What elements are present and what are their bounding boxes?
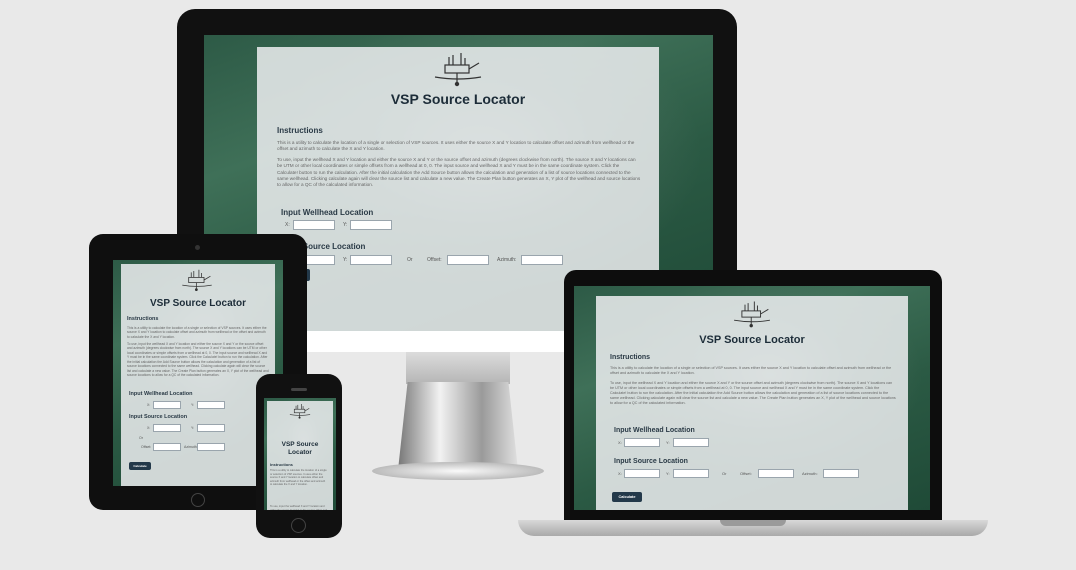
wellhead-x-label: X: bbox=[618, 440, 622, 445]
wellhead-heading: Input Wellhead Location bbox=[281, 208, 374, 217]
azimuth-label: Azimuth: bbox=[497, 257, 517, 263]
details-paragraph: To use, input the wellhead X and Y locat… bbox=[270, 505, 328, 510]
source-y-input[interactable] bbox=[350, 255, 392, 265]
source-heading: Input Source Location bbox=[614, 458, 688, 465]
azimuth-label: Azimuth: bbox=[184, 445, 198, 449]
wellhead-y-input[interactable] bbox=[197, 401, 225, 409]
source-x-label: X: bbox=[618, 471, 622, 476]
wellhead-x-input[interactable] bbox=[624, 438, 660, 447]
wellhead-y-input[interactable] bbox=[673, 438, 709, 447]
laptop-screen: VSP Source Locator Instructions This is … bbox=[574, 286, 930, 510]
offset-label: Offset: bbox=[141, 445, 152, 449]
calculate-button[interactable]: Calculate bbox=[612, 492, 642, 502]
offset-input[interactable] bbox=[758, 469, 794, 478]
calculate-button[interactable]: Calculate bbox=[129, 462, 151, 470]
laptop-notch bbox=[720, 520, 786, 526]
source-y-label: Y: bbox=[343, 257, 348, 263]
offset-label: Offset: bbox=[740, 471, 752, 476]
oil-rig-icon bbox=[732, 300, 772, 328]
azimuth-input[interactable] bbox=[197, 443, 225, 451]
oil-rig-icon bbox=[181, 268, 213, 292]
instructions-heading: Instructions bbox=[270, 462, 293, 467]
or-label: Or bbox=[139, 436, 143, 440]
content-card: VSP Source Locator Instructions This is … bbox=[267, 401, 333, 510]
monitor-stand bbox=[406, 352, 510, 384]
source-y-label: Y: bbox=[666, 471, 670, 476]
oil-rig-icon bbox=[433, 51, 483, 87]
tablet-home-button bbox=[191, 493, 205, 507]
wellhead-x-label: X: bbox=[285, 222, 290, 228]
source-heading: Input Source Location bbox=[129, 414, 188, 420]
wellhead-x-input[interactable] bbox=[293, 220, 335, 230]
source-x-input[interactable] bbox=[153, 424, 181, 432]
monitor-neck bbox=[398, 382, 518, 470]
page-title: VSP Source Locator bbox=[281, 441, 319, 457]
instructions-heading: Instructions bbox=[127, 316, 159, 322]
source-x-label: X: bbox=[147, 426, 151, 430]
source-y-label: Y: bbox=[191, 426, 195, 430]
instructions-heading: Instructions bbox=[277, 126, 323, 135]
wellhead-heading: Input Wellhead Location bbox=[129, 391, 193, 397]
wellhead-y-label: Y: bbox=[666, 440, 670, 445]
wellhead-y-input[interactable] bbox=[350, 220, 392, 230]
or-label: Or bbox=[407, 257, 413, 263]
monitor-base bbox=[372, 462, 544, 480]
source-y-input[interactable] bbox=[673, 469, 709, 478]
tablet-camera bbox=[195, 245, 200, 250]
page-title: VSP Source Locator bbox=[390, 91, 526, 107]
azimuth-input[interactable] bbox=[823, 469, 859, 478]
content-card: VSP Source Locator Instructions This is … bbox=[596, 296, 908, 510]
offset-input[interactable] bbox=[153, 443, 181, 451]
wellhead-x-label: X: bbox=[147, 403, 151, 407]
phone-screen: VSP Source Locator Instructions This is … bbox=[264, 398, 336, 510]
offset-input[interactable] bbox=[447, 255, 489, 265]
page-title: VSP Source Locator bbox=[699, 334, 805, 346]
source-y-input[interactable] bbox=[197, 424, 225, 432]
intro-paragraph: This is a utility to calculate the locat… bbox=[277, 140, 635, 152]
wellhead-heading: Input Wellhead Location bbox=[614, 427, 695, 434]
phone-home-button bbox=[291, 518, 306, 533]
intro-paragraph: This is a utility to calculate the locat… bbox=[127, 326, 267, 339]
azimuth-input[interactable] bbox=[521, 255, 563, 265]
details-paragraph: To use, input the wellhead X and Y locat… bbox=[610, 381, 896, 405]
page-title: VSP Source Locator bbox=[150, 298, 246, 309]
oil-rig-icon bbox=[289, 403, 311, 419]
intro-paragraph: This is a utility to calculate the locat… bbox=[270, 469, 327, 486]
azimuth-label: Azimuth: bbox=[802, 471, 818, 476]
offset-label: Offset: bbox=[427, 257, 442, 263]
details-paragraph: To use, input the wellhead X and Y locat… bbox=[277, 157, 641, 188]
intro-paragraph: This is a utility to calculate the locat… bbox=[610, 366, 892, 375]
source-x-input[interactable] bbox=[624, 469, 660, 478]
or-label: Or bbox=[722, 471, 727, 476]
wellhead-y-label: Y: bbox=[191, 403, 195, 407]
instructions-heading: Instructions bbox=[610, 354, 651, 361]
phone-speaker bbox=[291, 388, 307, 391]
wellhead-y-label: Y: bbox=[343, 222, 348, 228]
details-paragraph: To use, input the wellhead X and Y locat… bbox=[127, 342, 269, 378]
wellhead-x-input[interactable] bbox=[153, 401, 181, 409]
content-card: VSP Source Locator Instructions This is … bbox=[121, 264, 275, 486]
